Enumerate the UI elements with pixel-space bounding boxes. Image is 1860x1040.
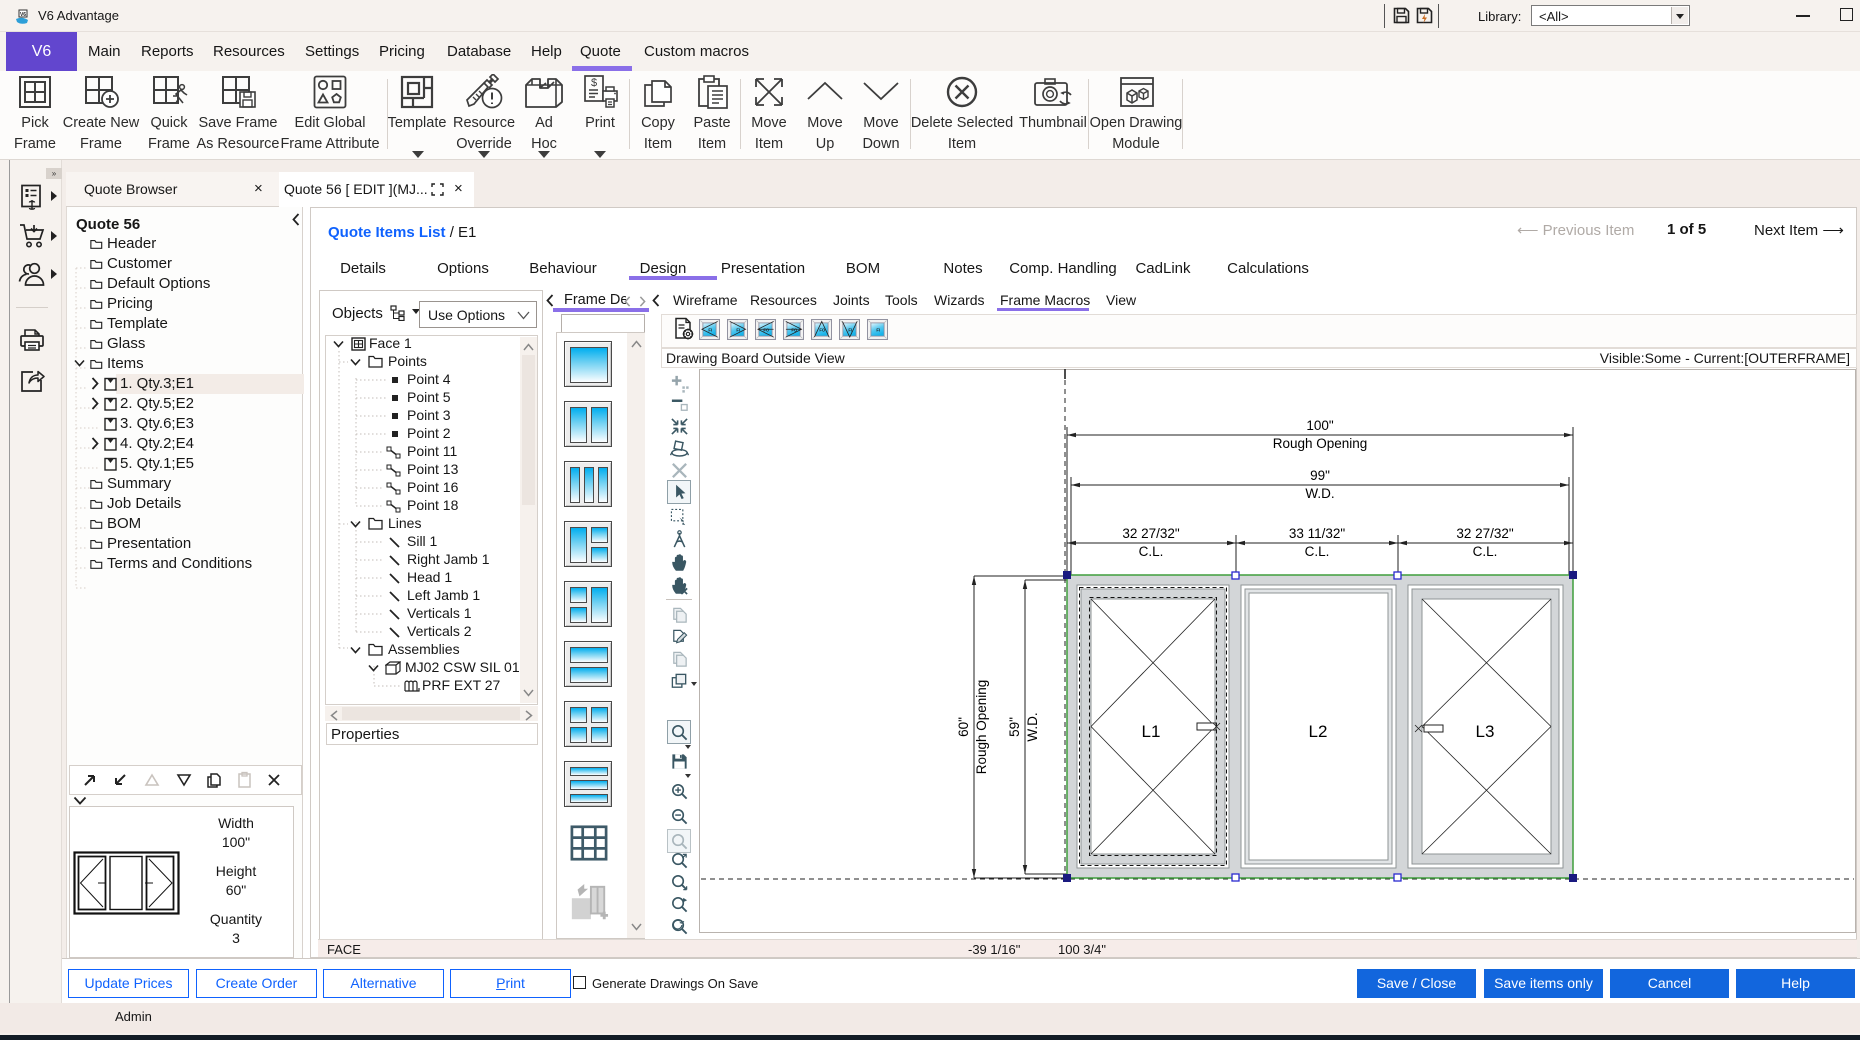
svg-text:C.L.: C.L. bbox=[1305, 544, 1330, 559]
svg-text:FI: FI bbox=[848, 328, 852, 333]
svg-text:L1: L1 bbox=[1142, 722, 1161, 741]
svg-text:Rough Opening: Rough Opening bbox=[974, 680, 989, 775]
svg-text:FO: FO bbox=[791, 328, 798, 333]
svg-text:32 27/32": 32 27/32" bbox=[1456, 526, 1514, 541]
svg-text:FO: FO bbox=[763, 328, 770, 333]
svg-text:V6: V6 bbox=[20, 12, 26, 18]
svg-text:C.L.: C.L. bbox=[1473, 544, 1498, 559]
svg-text:C.L.: C.L. bbox=[1139, 544, 1164, 559]
svg-text:Rough Opening: Rough Opening bbox=[1273, 436, 1368, 451]
svg-text:33 11/32": 33 11/32" bbox=[1289, 526, 1346, 541]
svg-text:FI: FI bbox=[708, 328, 712, 333]
svg-text:FI: FI bbox=[736, 328, 740, 333]
svg-text:59": 59" bbox=[1007, 717, 1022, 737]
svg-text:W.D.: W.D. bbox=[1025, 712, 1040, 741]
svg-text:FI: FI bbox=[876, 328, 880, 333]
svg-text:60": 60" bbox=[956, 717, 971, 737]
svg-text:99": 99" bbox=[1310, 468, 1330, 483]
svg-text:L2: L2 bbox=[1309, 722, 1328, 741]
svg-text:100": 100" bbox=[1306, 418, 1334, 433]
svg-text:L3: L3 bbox=[1476, 722, 1495, 741]
svg-text:$: $ bbox=[591, 77, 597, 89]
svg-text:FO: FO bbox=[819, 328, 826, 333]
svg-text:32 27/32": 32 27/32" bbox=[1122, 526, 1180, 541]
svg-text:W.D.: W.D. bbox=[1305, 486, 1334, 501]
